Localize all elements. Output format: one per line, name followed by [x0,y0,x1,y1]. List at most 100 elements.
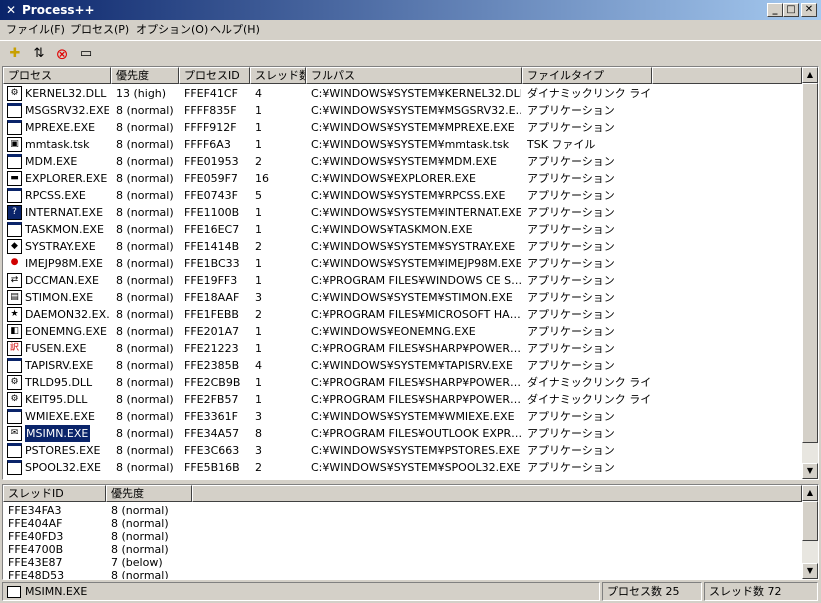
thread-list[interactable]: スレッドID 優先度 FFE34FA3 8 (normal) FFE404AF 8 (n… [2,484,819,580]
process-row[interactable]: PSTORES.EXE 8 (normal) FFE3C663 3 C:¥WINDOWS… [3,442,803,459]
thread-row[interactable]: FFE404AF 8 (normal) [3,517,803,530]
process-type: アプリケーション [527,410,615,423]
process-priority: 8 (normal) [116,257,174,270]
process-row[interactable]: ★ DAEMON32.EX… 8 (normal) FFE1FEBB 2 C:¥PROGR… [3,306,803,323]
menu-help[interactable]: ヘルプ(H) [208,22,262,38]
process-row[interactable]: ● IMEJP98M.EXE 8 (normal) FFE1BC33 1 C:¥WINDO… [3,255,803,272]
scroll-thumb[interactable] [802,83,818,443]
process-row[interactable]: RPCSS.EXE 8 (normal) FFE0743F 5 C:¥WINDOWS¥S… [3,187,803,204]
process-row[interactable]: 訳 FUSEN.EXE 8 (normal) FFE21223 1 C:¥PROGRAM … [3,340,803,357]
process-threads: 2 [255,461,262,474]
process-row[interactable]: MSGSRV32.EXE 8 (normal) FFFF835F 1 C:¥WINDOW… [3,102,803,119]
process-name: SPOOL32.EXE [25,461,101,474]
menu-file[interactable]: ファイル(F) [4,22,67,38]
process-row[interactable]: TASKMON.EXE 8 (normal) FFE16EC7 1 C:¥WINDOWS… [3,221,803,238]
process-priority: 8 (normal) [116,376,174,389]
process-path: C:¥WINDOWS¥SYSTEM¥WMIEXE.EXE [311,410,515,423]
menu-process[interactable]: プロセス(P) [68,22,131,38]
process-row[interactable]: ⇄ DCCMAN.EXE 8 (normal) FFE19FF3 1 C:¥PROGRAM… [3,272,803,289]
process-path: C:¥WINDOWS¥SYSTEM¥IMEJP98M.EXE [311,257,521,270]
process-priority: 8 (normal) [116,155,174,168]
process-priority: 8 (normal) [116,410,174,423]
process-row[interactable]: ✉ MSIMN.EXE 8 (normal) FFE34A57 8 C:¥PROGRAM … [3,424,803,443]
process-priority: 8 (normal) [116,461,174,474]
window-app-icon [7,222,22,237]
process-priority: 8 (normal) [116,206,174,219]
process-type: アプリケーション [527,223,615,236]
process-type: アプリケーション [527,240,615,253]
process-type: アプリケーション [527,155,615,168]
thread-row[interactable]: FFE34FA3 8 (normal) [3,504,803,517]
thread-row[interactable]: FFE43E87 7 (below) [3,556,803,569]
column-header[interactable]: プロセスID [179,67,250,84]
process-type: アプリケーション [527,325,615,338]
process-priority: 13 (high) [116,87,167,100]
column-header[interactable]: スレッド数 [250,67,306,84]
process-priority: 8 (normal) [116,393,174,406]
thread-column-header[interactable]: スレッドID [3,485,106,502]
window-icon[interactable]: ▭ [77,45,95,63]
process-row[interactable]: ◆ SYSTRAY.EXE 8 (normal) FFE1414B 2 C:¥WINDOW… [3,238,803,255]
thread-scroll-thumb[interactable] [802,501,818,541]
process-row[interactable]: ? INTERNAT.EXE 8 (normal) FFE1100B 1 C:¥WINDO… [3,204,803,221]
process-row[interactable]: SPOOL32.EXE 8 (normal) FFE5B16B 2 C:¥WINDOWS… [3,459,803,476]
sort-icon[interactable]: ⇅ [30,45,48,63]
process-name: DAEMON32.EX… [25,308,109,321]
window-title: Process++ [22,3,95,17]
maximize-button[interactable]: □ [783,3,799,17]
process-pid: FFFF912F [184,121,237,134]
thread-id: FFE43E87 [8,556,63,569]
thread-column-header[interactable]: 優先度 [106,485,192,502]
process-priority: 8 (normal) [116,359,174,372]
minimize-button[interactable]: _ [767,3,783,17]
process-type: アプリケーション [527,291,615,304]
menu-options[interactable]: オプション(O) [134,22,210,38]
process-row[interactable]: ◧ EONEMNG.EXE 8 (normal) FFE201A7 1 C:¥WINDOW… [3,323,803,340]
column-header[interactable]: プロセス [3,67,111,84]
process-row[interactable]: TAPISRV.EXE 8 (normal) FFE2385B 4 C:¥WINDOWS… [3,357,803,374]
process-type: TSK ファイル [527,138,596,151]
process-row[interactable]: MDM.EXE 8 (normal) FFE01953 2 C:¥WINDOWS¥SYS… [3,153,803,170]
process-threads: 8 [255,427,262,440]
process-path: C:¥WINDOWS¥SYSTEM¥INTERNAT.EXE [311,206,521,219]
thread-priority: 8 (normal) [111,569,169,580]
process-scrollbar[interactable]: ▲ ▼ [802,67,818,479]
process-list[interactable]: プロセス 優先度 プロセスID スレッド数 フルパス ファイルタイプ ⚙ KERNEL32.… [2,66,819,480]
process-row[interactable]: ⚙ KEIT95.DLL 8 (normal) FFE2FB57 1 C:¥PROGRAM… [3,391,803,408]
thread-row[interactable]: FFE48D53 8 (normal) [3,569,803,580]
thread-scroll-down-button[interactable]: ▼ [802,563,818,579]
thread-scroll-up-button[interactable]: ▲ [802,485,818,501]
window-app-icon [7,154,22,169]
column-header[interactable]: 優先度 [111,67,179,84]
window-app-icon [7,358,22,373]
process-row[interactable]: ⚙ KERNEL32.DLL 13 (high) FFEF41CF 4 C:¥WINDOW… [3,85,803,102]
process-row[interactable]: ▤ STIMON.EXE 8 (normal) FFE18AAF 3 C:¥WINDOWS… [3,289,803,306]
process-type: アプリケーション [527,444,615,457]
thread-row[interactable]: FFE4700B 8 (normal) [3,543,803,556]
process-name: WMIEXE.EXE [25,410,95,423]
process-name: TRLD95.DLL [25,376,93,389]
new-process-icon[interactable]: ✚ [6,45,24,63]
close-button[interactable]: ✕ [801,3,817,17]
thread-row[interactable]: FFE40FD3 8 (normal) [3,530,803,543]
tray-icon: ◆ [7,239,22,254]
process-row[interactable]: MPREXE.EXE 8 (normal) FFFF912F 1 C:¥WINDOWS¥… [3,119,803,136]
column-header[interactable]: フルパス [306,67,522,84]
scroll-up-button[interactable]: ▲ [802,67,818,83]
process-name: MPREXE.EXE [25,121,96,134]
scroll-down-button[interactable]: ▼ [802,463,818,479]
process-row[interactable]: ⚙ TRLD95.DLL 8 (normal) FFE2CB9B 1 C:¥PROGRAM… [3,374,803,391]
process-name: EXPLORER.EXE [25,172,108,185]
process-threads: 4 [255,87,262,100]
process-path: C:¥PROGRAM FILES¥SHARP¥POWER… [311,342,521,355]
terminate-icon[interactable]: ⊗ [53,45,71,63]
thread-scrollbar[interactable]: ▲ ▼ [802,485,818,579]
process-threads: 1 [255,206,262,219]
process-row[interactable]: WMIEXE.EXE 8 (normal) FFE3361F 3 C:¥WINDOWS¥… [3,408,803,425]
column-header[interactable]: ファイルタイプ [522,67,652,84]
process-path: C:¥WINDOWS¥SYSTEM¥MSGSRV32.E… [311,104,521,117]
process-row[interactable]: ▬ EXPLORER.EXE 8 (normal) FFE059F7 16 C:¥WIND… [3,170,803,187]
process-row[interactable]: ▣ mmtask.tsk 8 (normal) FFFF6A3 1 C:¥WINDOWS¥… [3,136,803,153]
process-type: アプリケーション [527,308,615,321]
process-path: C:¥WINDOWS¥SYSTEM¥TAPISRV.EXE [311,359,513,372]
